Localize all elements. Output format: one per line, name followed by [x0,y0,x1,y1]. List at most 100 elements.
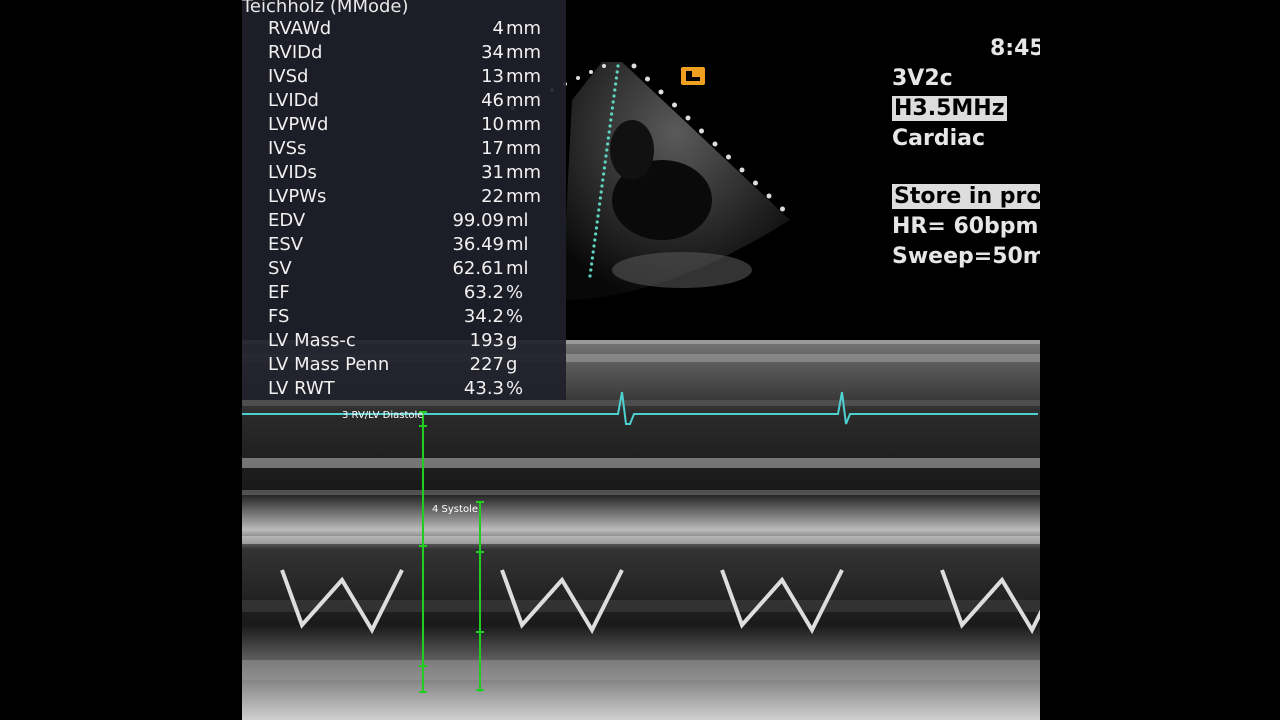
measurement-value: 4 [492,18,504,39]
scan-dot [603,160,607,164]
measurement-label: RVAWd [268,18,332,39]
measurement-row[interactable]: RVAWd 4 mm [268,18,558,42]
scan-dot [612,94,616,98]
echo-band [242,458,1040,468]
measurement-unit: % [506,378,524,399]
measurement-row[interactable]: LVPWs 22 mm [268,186,558,210]
measurement-row[interactable]: LV Mass-c 193 g [268,330,558,354]
measurement-value: 63.2 [463,282,504,303]
measurement-row[interactable]: LVIDs 31 mm [268,162,558,186]
scan-dot [588,274,592,278]
scan-dot [591,250,595,254]
measurement-panel[interactable]: Teichholz (MMode) RVAWd 4 mm RVIDd 34 mm IVSd 1… [242,0,566,400]
measurement-row[interactable]: LV Mass Penn 227 g [268,354,558,378]
sector-dot [589,70,593,74]
scan-dot [614,82,618,86]
measurement-value: 227 [469,354,504,375]
scan-dot [596,214,600,218]
measurement-row[interactable]: IVSd 13 mm [268,66,558,90]
sector-dot [602,64,606,68]
measurement-value: 34 [481,42,504,63]
probe-label: 3V2c [892,66,953,91]
echo-band [242,536,1040,544]
sector-dot [753,180,758,186]
measurement-unit: ml [506,258,529,279]
sector-dot [645,76,650,82]
scan-dot [594,232,598,236]
sector-dot [739,167,745,173]
measurement-value: 17 [481,138,504,159]
measurement-row[interactable]: EF 63.2% [268,282,558,306]
preset-label: Cardiac [892,126,986,151]
measurement-row[interactable]: LV RWT 43.3% [268,378,558,402]
sector-dot [672,102,677,108]
scan-dot [609,118,613,122]
measurement-label: RVIDd [268,42,323,63]
measurement-value: 34.2 [463,306,504,327]
caliper-systole-label: 4 Systole [432,504,478,515]
sector-dot [699,128,704,134]
measurement-label: EDV [268,210,306,231]
measurement-unit: mm [506,114,542,135]
measurement-row[interactable]: RVIDd 34 mm [268,42,558,66]
measurement-value: 193 [469,330,504,351]
measurement-label: LV Mass Penn [268,354,390,375]
scan-dot [598,202,602,206]
scan-dot [597,208,601,212]
clock-readout: 8:45 [990,36,1040,61]
scan-dot [595,220,599,224]
sector-dot [685,115,691,121]
scan-dot [589,268,593,272]
measurement-value: 31 [481,162,504,183]
sector-dot [658,89,664,95]
measurement-unit: g [506,354,518,375]
measurement-unit: mm [506,18,542,39]
scan-dot [615,70,619,74]
sector-dot [712,141,718,147]
sector-dot [726,154,731,160]
measurement-value: 36.49 [452,234,504,255]
scan-dot [593,238,597,242]
scan-dot [607,130,611,134]
caliper-diastole-label: 3 RV/LV Diastole [342,410,424,421]
measurement-row[interactable]: SV 62.61 ml [268,258,558,282]
scan-dot [614,76,618,80]
scan-dot [602,166,606,170]
measurement-unit: mm [506,66,542,87]
orientation-marker-icon [681,67,705,85]
scan-dot [600,184,604,188]
measurement-label: LVIDs [268,162,317,183]
measurement-unit: ml [506,234,529,255]
measurement-label: IVSd [268,66,309,87]
measurement-row[interactable]: LVIDd 46 mm [268,90,558,114]
scan-dot [594,226,598,230]
measurement-value: 43.3 [463,378,504,399]
measurement-value: 46 [481,90,504,111]
scan-dot [590,256,594,260]
echo-band [242,490,1040,495]
scan-dot [611,100,615,104]
measurement-row[interactable]: ESV 36.49 ml [268,234,558,258]
measurement-row[interactable]: FS 34.2% [268,306,558,330]
heart-rate-readout: HR= 60bpm [892,214,1039,239]
measurement-unit: mm [506,90,542,111]
measurement-unit: % [506,282,524,303]
measurement-label: ESV [268,234,304,255]
measurement-row[interactable]: LVPWd 10 mm [268,114,558,138]
measurement-row[interactable]: IVSs 17 mm [268,138,558,162]
measurement-label: LV RWT [268,378,335,399]
measurement-unit: mm [506,42,542,63]
panel-title: Teichholz (MMode) [242,0,409,17]
scan-dot [616,64,620,68]
scan-dot [606,136,610,140]
measurement-label: LV Mass-c [268,330,356,351]
measurement-value: 99.09 [452,210,504,231]
measurement-value: 13 [481,66,504,87]
measurement-unit: mm [506,186,542,207]
scan-dot [606,142,610,146]
measurement-unit: mm [506,162,542,183]
scan-dot [610,106,614,110]
measurement-label: LVPWd [268,114,329,135]
echo-band [242,660,1040,680]
measurement-row[interactable]: EDV 99.09 ml [268,210,558,234]
